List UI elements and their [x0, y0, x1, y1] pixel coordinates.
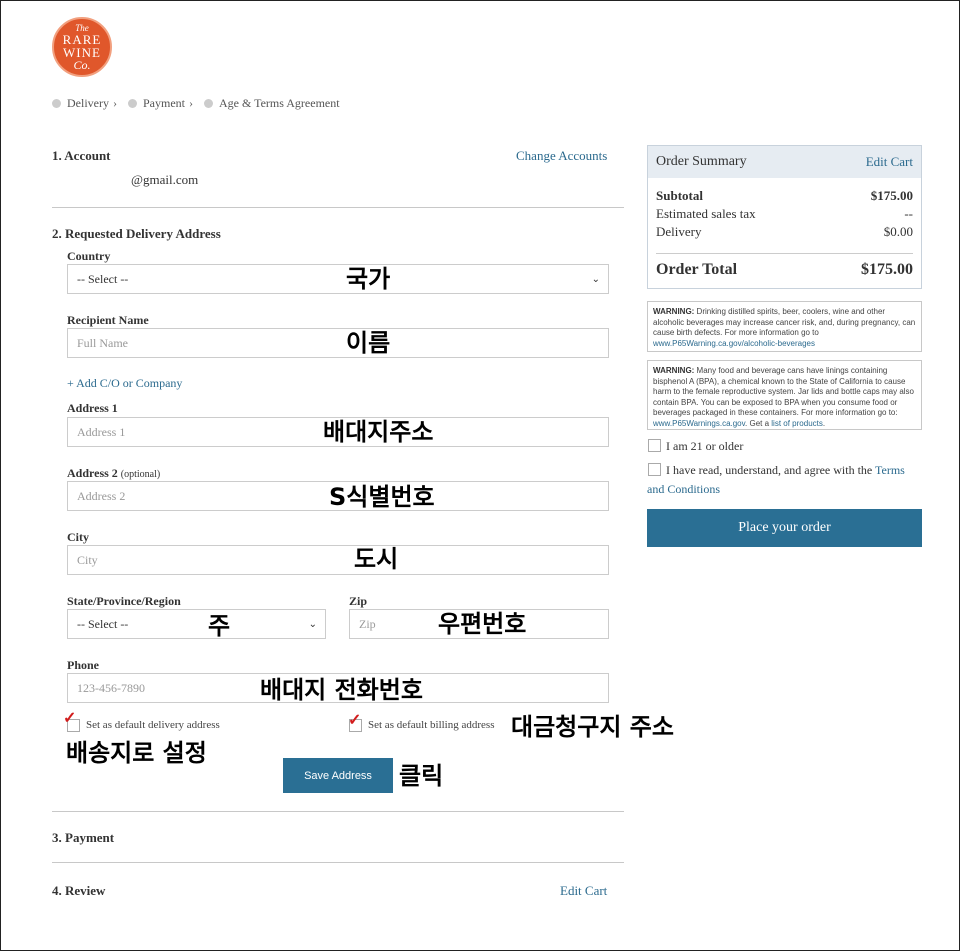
recipient-name-input[interactable]: Full Name: [67, 328, 609, 358]
account-section-title: 1. Account: [52, 148, 111, 163]
warning-text: .: [822, 418, 826, 428]
review-edit-cart-link[interactable]: Edit Cart: [560, 883, 607, 899]
terms-label: I have read, understand, and agree with …: [666, 463, 905, 478]
checkmark-icon: ✓: [63, 710, 77, 727]
subtotal-value: $175.00: [870, 188, 913, 203]
annotation-city: 도시: [354, 545, 399, 573]
city-input[interactable]: City: [67, 545, 609, 575]
breadcrumb-age-terms[interactable]: Age & Terms Agreement: [203, 96, 340, 111]
delivery-cost-value: $0.00: [883, 224, 913, 239]
account-email: @gmail.com: [131, 172, 199, 187]
annotation-zip: 우편번호: [438, 610, 527, 638]
conditions-link[interactable]: and Conditions: [647, 482, 720, 496]
annotation-name: 이름: [346, 329, 391, 357]
address2-label: Address 2 (optional): [67, 466, 160, 481]
p65-warnings-link[interactable]: www.P65Warnings.ca.gov: [653, 419, 745, 428]
delivery-section-title: 2. Requested Delivery Address: [52, 226, 221, 241]
step-dot-icon: [203, 99, 213, 108]
save-address-button[interactable]: Save Address: [283, 758, 393, 793]
address1-label: Address 1: [67, 401, 118, 415]
bpa-warning: WARNING: Many food and beverage cans hav…: [647, 360, 922, 430]
warning-text: . Get a: [745, 418, 772, 428]
order-summary-panel: Order Summary Edit Cart Subtotal $175.00…: [647, 145, 922, 289]
default-delivery-label: Set as default delivery address: [86, 719, 220, 731]
divider: [52, 207, 624, 208]
tax-label: Estimated sales tax: [656, 206, 756, 221]
summary-edit-cart-link[interactable]: Edit Cart: [866, 154, 913, 170]
chevron-down-icon: ⌄: [591, 273, 600, 285]
country-select-value: -- Select --: [77, 271, 129, 286]
list-of-products-link[interactable]: list of products: [771, 419, 823, 428]
divider: [656, 253, 913, 254]
p65-alcohol-link[interactable]: www.P65Warning.ca.gov/alcoholic-beverage…: [653, 339, 815, 348]
annotation-default-delivery: 배송지로 설정: [66, 739, 207, 767]
age-label: I am 21 or older: [666, 439, 744, 453]
annotation-click: 클릭: [399, 762, 444, 790]
breadcrumb-label: Payment: [142, 96, 185, 110]
warning-heading: WARNING:: [653, 366, 695, 375]
phone-label: Phone: [67, 658, 100, 672]
recipient-label: Recipient Name: [67, 313, 149, 327]
breadcrumb: Delivery › Payment › Age & Terms Agreement: [52, 96, 345, 111]
logo-line: Co.: [73, 58, 91, 72]
annotation-state: 주: [208, 612, 231, 640]
state-select[interactable]: -- Select -- ⌄: [67, 609, 326, 639]
chevron-right-icon: ›: [188, 96, 193, 110]
divider: [52, 862, 624, 863]
optional-hint: (optional): [120, 469, 161, 480]
order-total-label: Order Total: [656, 261, 738, 278]
age-checkbox[interactable]: [648, 439, 661, 452]
annotation-phone: 배대지 전화번호: [260, 676, 423, 704]
change-accounts-link[interactable]: Change Accounts: [516, 148, 607, 164]
payment-section-title: 3. Payment: [52, 830, 115, 845]
default-billing-label: Set as default billing address: [368, 719, 495, 731]
city-label: City: [67, 530, 89, 544]
terms-checkbox[interactable]: [648, 463, 661, 476]
subtotal-label: Subtotal: [656, 188, 703, 203]
chevron-right-icon: ›: [112, 96, 117, 110]
alcohol-warning: WARNING: Drinking distilled spirits, bee…: [647, 301, 922, 352]
breadcrumb-label: Delivery: [67, 96, 109, 110]
chevron-down-icon: ⌄: [308, 618, 317, 630]
address2-label-text: Address 2: [67, 466, 118, 480]
subtotal-row: Subtotal $175.00: [656, 188, 913, 204]
terms-link[interactable]: Terms: [875, 463, 905, 477]
divider: [52, 811, 624, 812]
order-summary-title: Order Summary: [656, 154, 747, 169]
state-label: State/Province/Region: [67, 594, 181, 608]
step-dot-icon: [52, 99, 61, 108]
country-select[interactable]: -- Select -- ⌄: [67, 264, 609, 294]
delivery-row: Delivery $0.00: [656, 224, 913, 240]
country-label: Country: [67, 249, 111, 263]
delivery-cost-label: Delivery: [656, 224, 702, 239]
order-total-row: Order Total $175.00: [656, 261, 913, 279]
warning-heading: WARNING:: [653, 307, 695, 316]
step-dot-icon: [127, 99, 137, 108]
review-section-title: 4. Review: [52, 883, 106, 898]
tax-row: Estimated sales tax --: [656, 206, 913, 222]
add-co-company-link[interactable]: + Add C/O or Company: [67, 376, 182, 391]
breadcrumb-delivery[interactable]: Delivery ›: [52, 96, 123, 111]
place-order-button[interactable]: Place your order: [647, 509, 922, 547]
breadcrumb-payment[interactable]: Payment ›: [127, 96, 199, 111]
state-select-value: -- Select --: [77, 616, 129, 631]
tax-value: --: [904, 206, 913, 221]
breadcrumb-label: Age & Terms Agreement: [218, 96, 340, 110]
terms-label-continued: and Conditions: [647, 482, 720, 497]
annotation-address1: 배대지주소: [323, 418, 434, 446]
checkmark-icon: ✓: [348, 712, 362, 729]
order-summary-header: Order Summary Edit Cart: [648, 146, 921, 178]
order-total-value: $175.00: [861, 261, 913, 278]
annotation-country: 국가: [346, 265, 391, 293]
annotation-address2: S식별번호: [329, 483, 435, 511]
terms-text: I have read, understand, and agree with …: [666, 463, 876, 477]
annotation-billing: 대금청구지 주소: [511, 713, 674, 741]
rare-wine-co-logo[interactable]: The RARE WINE Co.: [52, 17, 112, 77]
zip-label: Zip: [349, 594, 368, 608]
